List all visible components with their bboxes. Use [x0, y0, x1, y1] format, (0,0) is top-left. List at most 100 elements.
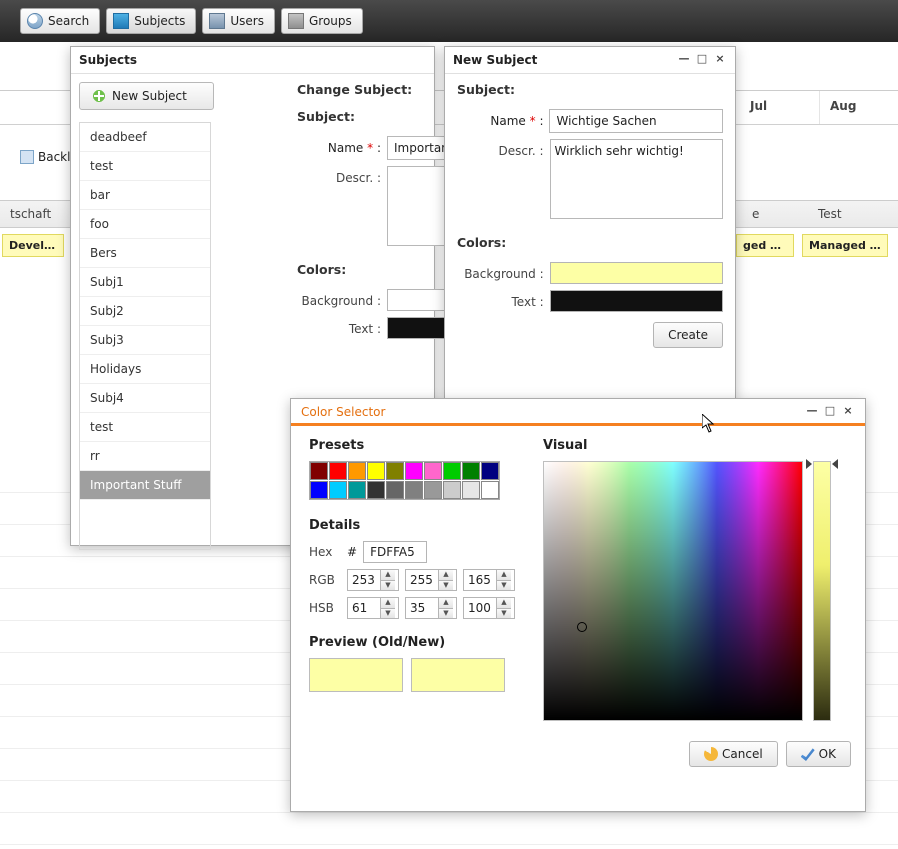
- name-label: Name: [328, 141, 363, 155]
- preset-swatch[interactable]: [329, 462, 347, 480]
- undo-icon: [704, 747, 718, 761]
- hue-slider[interactable]: [813, 461, 831, 721]
- rgb-b-input[interactable]: ▲▼: [463, 569, 515, 591]
- subject-list-item[interactable]: Subj4: [80, 384, 210, 413]
- new-subject-header[interactable]: New Subject — □ ×: [445, 47, 735, 74]
- ns-descr-input[interactable]: [550, 139, 723, 219]
- spin-up-icon[interactable]: ▲: [381, 570, 395, 580]
- preset-swatch[interactable]: [348, 462, 366, 480]
- preview-new-swatch: [411, 658, 505, 692]
- hsb-label: HSB: [309, 601, 341, 615]
- change-bg-label: Background :: [297, 289, 387, 308]
- new-subject-window: New Subject — □ × Subject: Name * : Desc…: [444, 46, 736, 400]
- preset-swatch[interactable]: [462, 481, 480, 499]
- subjects-window-title: Subjects: [79, 53, 137, 67]
- ns-txt-label: Text :: [457, 290, 550, 309]
- preview-heading: Preview (Old/New): [309, 635, 519, 650]
- search-tab[interactable]: Search: [20, 8, 100, 34]
- subject-list-item[interactable]: Holidays: [80, 355, 210, 384]
- preset-swatch[interactable]: [405, 462, 423, 480]
- hsb-h-input[interactable]: ▲▼: [347, 597, 399, 619]
- month-jul: Jul: [740, 91, 820, 124]
- plus-icon: [92, 89, 106, 103]
- subjects-list[interactable]: deadbeeftestbarfooBersSubj1Subj2Subj3Hol…: [79, 122, 211, 550]
- preset-swatch[interactable]: [481, 481, 499, 499]
- app-toolbar: Search Subjects Users Groups: [0, 0, 898, 42]
- change-txt-label: Text :: [297, 317, 387, 336]
- subject-list-item[interactable]: Important Stuff: [80, 471, 210, 500]
- subject-list-item[interactable]: Subj2: [80, 297, 210, 326]
- subject-list-item[interactable]: bar: [80, 181, 210, 210]
- hue-marker-left-icon: [806, 459, 812, 469]
- hsb-b-input[interactable]: ▲▼: [463, 597, 515, 619]
- rgb-label: RGB: [309, 573, 341, 587]
- preview-old-swatch: [309, 658, 403, 692]
- subject-list-item[interactable]: Subj3: [80, 326, 210, 355]
- preset-swatch[interactable]: [348, 481, 366, 499]
- month-aug: Aug: [820, 91, 898, 124]
- preset-swatch[interactable]: [329, 481, 347, 499]
- preset-swatch[interactable]: [386, 481, 404, 499]
- preset-swatch[interactable]: [310, 462, 328, 480]
- task-chip-ms1[interactable]: ged S...: [736, 234, 794, 257]
- cs-minimize-icon[interactable]: —: [805, 405, 819, 419]
- ok-button[interactable]: OK: [786, 741, 851, 767]
- rgb-r-input[interactable]: ▲▼: [347, 569, 399, 591]
- sv-picker[interactable]: [543, 461, 803, 721]
- cs-close-icon[interactable]: ×: [841, 405, 855, 419]
- subject-list-item[interactable]: test: [80, 413, 210, 442]
- preset-swatch[interactable]: [443, 481, 461, 499]
- subjects-tab[interactable]: Subjects: [106, 8, 196, 34]
- ns-subject-section: Subject:: [457, 82, 723, 97]
- subject-list-item[interactable]: Subj1: [80, 268, 210, 297]
- cancel-button[interactable]: Cancel: [689, 741, 778, 767]
- preset-swatch[interactable]: [405, 481, 423, 499]
- maximize-icon[interactable]: □: [695, 53, 709, 67]
- minimize-icon[interactable]: —: [677, 53, 691, 67]
- preset-swatch[interactable]: [424, 462, 442, 480]
- preset-swatch[interactable]: [424, 481, 442, 499]
- descr-label: Descr. :: [297, 166, 387, 185]
- rgb-g-input[interactable]: ▲▼: [405, 569, 457, 591]
- subject-list-item[interactable]: deadbeef: [80, 123, 210, 152]
- preset-swatch[interactable]: [386, 462, 404, 480]
- ns-name-input[interactable]: [549, 109, 723, 133]
- hsb-s-input[interactable]: ▲▼: [405, 597, 457, 619]
- spin-down-icon[interactable]: ▼: [381, 580, 395, 590]
- ns-text-swatch[interactable]: [550, 290, 723, 312]
- hex-label: Hex: [309, 545, 341, 559]
- create-button[interactable]: Create: [653, 322, 723, 348]
- ns-bg-swatch[interactable]: [550, 262, 723, 284]
- subject-list-item[interactable]: foo: [80, 210, 210, 239]
- subject-list-item[interactable]: Bers: [80, 239, 210, 268]
- sv-cursor-icon: [577, 622, 587, 632]
- preset-swatch[interactable]: [462, 462, 480, 480]
- users-tab[interactable]: Users: [202, 8, 275, 34]
- subjects-tab-label: Subjects: [134, 14, 185, 28]
- cat-right-test: Test: [808, 201, 852, 227]
- task-chip-dev[interactable]: Developr: [2, 234, 64, 257]
- search-icon: [27, 13, 43, 29]
- preset-swatch[interactable]: [443, 462, 461, 480]
- preset-swatch[interactable]: [481, 462, 499, 480]
- new-subject-title: New Subject: [453, 53, 537, 67]
- ns-colors-heading: Colors:: [457, 235, 723, 250]
- check-icon: [801, 747, 815, 761]
- new-subject-button[interactable]: New Subject: [79, 82, 214, 110]
- groups-tab[interactable]: Groups: [281, 8, 363, 34]
- close-icon[interactable]: ×: [713, 53, 727, 67]
- subjects-window-header[interactable]: Subjects: [71, 47, 434, 74]
- ns-descr-label: Descr. :: [457, 139, 550, 158]
- subject-list-item[interactable]: test: [80, 152, 210, 181]
- preset-swatch[interactable]: [367, 481, 385, 499]
- hue-marker-right-icon: [832, 459, 838, 469]
- preset-swatch[interactable]: [367, 462, 385, 480]
- details-heading: Details: [309, 518, 519, 533]
- cs-maximize-icon[interactable]: □: [823, 405, 837, 419]
- hex-input[interactable]: [363, 541, 427, 563]
- task-chip-ms2[interactable]: Managed S...: [802, 234, 888, 257]
- subject-list-item[interactable]: rr: [80, 442, 210, 471]
- color-selector-header[interactable]: Color Selector — □ ×: [291, 399, 865, 423]
- cat-right-e: e: [742, 201, 769, 227]
- preset-swatch[interactable]: [310, 481, 328, 499]
